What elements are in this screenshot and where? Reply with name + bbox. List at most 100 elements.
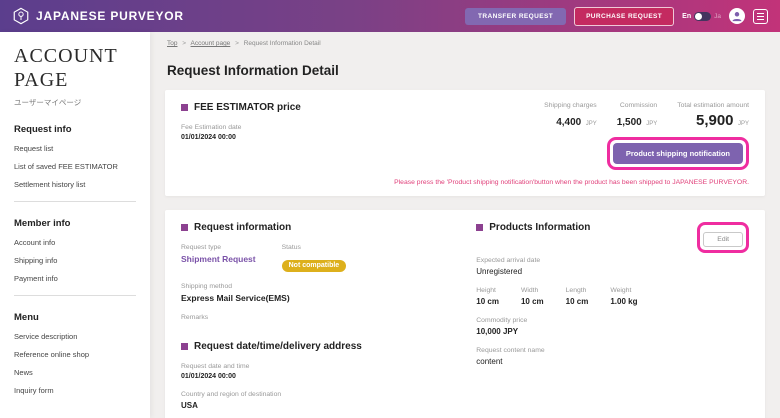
- sidebar-section-request-info: Request info: [14, 124, 136, 135]
- request-datetime-value: 01/01/2024 00:00: [181, 373, 442, 380]
- product-shipping-notification-button[interactable]: Product shipping notification: [613, 143, 743, 164]
- width-label: Width: [521, 287, 544, 294]
- sidebar-item-settlement-history[interactable]: Settlement history list: [14, 180, 136, 189]
- sidebar-item-service-description[interactable]: Service description: [14, 332, 136, 341]
- length-label: Length: [566, 287, 589, 294]
- request-information-heading-text: Request information: [194, 222, 291, 233]
- sidebar: ACCOUNT PAGE ユーザーマイページ Request info Requ…: [0, 32, 150, 418]
- section-bullet-icon: [181, 343, 188, 350]
- lang-ja-label: Ja: [714, 13, 721, 20]
- total-estimation-unit: JPY: [738, 121, 749, 127]
- brand-name: JAPANESE PURVEYOR: [36, 9, 184, 23]
- height-label: Height: [476, 287, 499, 294]
- shipping-notification-note: Please press the 'Product shipping notif…: [181, 179, 749, 186]
- commodity-price-value: 10,000 JPY: [476, 327, 749, 336]
- sidebar-item-request-list[interactable]: Request list: [14, 144, 136, 153]
- request-datetime-label: Request date and time: [181, 363, 442, 370]
- request-type-value: Shipment Request: [181, 254, 256, 264]
- commission-label: Commission: [617, 102, 658, 109]
- sidebar-item-saved-fee-estimator[interactable]: List of saved FEE ESTIMATOR: [14, 162, 136, 171]
- fee-estimation-date-label: Fee Estimation date: [181, 124, 301, 131]
- destination-country-value: USA: [181, 401, 442, 410]
- sidebar-section-menu: Menu: [14, 312, 136, 323]
- request-content-name-label: Request content name: [476, 347, 749, 354]
- delivery-address-heading: Request date/time/delivery address: [181, 341, 442, 352]
- sidebar-section-member-info: Member info: [14, 218, 136, 229]
- commission-unit: JPY: [646, 121, 657, 127]
- edit-products-button[interactable]: Edit: [703, 232, 743, 247]
- dim-weight: Weight 1.00 kg: [610, 287, 637, 306]
- height-value: 10 cm: [476, 297, 499, 306]
- request-detail-card: Request information Request type Shipmen…: [165, 210, 765, 418]
- sidebar-item-shipping-info[interactable]: Shipping info: [14, 256, 136, 265]
- section-bullet-icon: [181, 104, 188, 111]
- toggle-knob: [695, 13, 702, 20]
- weight-label: Weight: [610, 287, 637, 294]
- section-bullet-icon: [181, 224, 188, 231]
- shipping-method-value: Express Mail Service(EMS): [181, 293, 442, 303]
- breadcrumb-account-page[interactable]: Account page: [191, 40, 231, 47]
- status-badge: Not compatible: [282, 260, 347, 272]
- breadcrumb-separator: >: [235, 40, 239, 47]
- fee-estimator-heading-text: FEE ESTIMATOR price: [194, 102, 301, 113]
- fee-estimator-card: FEE ESTIMATOR price Fee Estimation date …: [165, 90, 765, 196]
- expected-arrival-label: Expected arrival date: [476, 257, 749, 264]
- products-information-heading-text: Products Information: [489, 222, 590, 233]
- length-value: 10 cm: [566, 297, 589, 306]
- sidebar-item-inquiry-form[interactable]: Inquiry form: [14, 386, 136, 395]
- highlight-ring: Product shipping notification: [607, 137, 749, 170]
- breadcrumb-top[interactable]: Top: [167, 40, 177, 47]
- sidebar-item-news[interactable]: News: [14, 368, 136, 377]
- total-estimation-label: Total estimation amount: [677, 102, 749, 109]
- request-content-name-value: content: [476, 357, 749, 366]
- lang-en-label: En: [682, 13, 691, 20]
- delivery-address-heading-text: Request date/time/delivery address: [194, 341, 362, 352]
- sidebar-item-reference-online-shop[interactable]: Reference online shop: [14, 350, 136, 359]
- stat-total-estimation: Total estimation amount 5,900 JPY: [677, 102, 749, 130]
- top-header: JAPANESE PURVEYOR TRANSFER REQUEST PURCH…: [0, 0, 780, 32]
- dim-height: Height 10 cm: [476, 287, 499, 306]
- request-type-label: Request type: [181, 244, 256, 251]
- request-information-heading: Request information: [181, 222, 442, 233]
- shipping-charges-value: 4,400: [556, 117, 581, 128]
- expected-arrival-value: Unregistered: [476, 267, 749, 276]
- fee-estimation-date-value: 01/01/2024 00:00: [181, 134, 301, 141]
- weight-value: 1.00 kg: [610, 297, 637, 306]
- hamburger-menu-icon[interactable]: [753, 9, 768, 24]
- brand-logo[interactable]: JAPANESE PURVEYOR: [12, 7, 184, 25]
- destination-country-label: Country and region of destination: [181, 391, 442, 398]
- dim-width: Width 10 cm: [521, 287, 544, 306]
- sidebar-title: ACCOUNT PAGE: [14, 44, 124, 92]
- commodity-price-label: Commodity price: [476, 317, 749, 324]
- user-avatar-icon[interactable]: [729, 8, 745, 24]
- shipping-charges-label: Shipping charges: [544, 102, 597, 109]
- purchase-request-button[interactable]: PURCHASE REQUEST: [574, 7, 674, 26]
- transfer-request-button[interactable]: TRANSFER REQUEST: [465, 8, 566, 25]
- remarks-label: Remarks: [181, 314, 442, 321]
- shipping-method-label: Shipping method: [181, 283, 442, 290]
- language-toggle[interactable]: [694, 12, 711, 21]
- status-label: Status: [282, 244, 347, 251]
- breadcrumb-current: Request Information Detail: [244, 40, 321, 47]
- page-title: Request Information Detail: [167, 63, 765, 78]
- hexagon-crest-icon: [12, 7, 30, 25]
- total-estimation-value: 5,900: [696, 112, 734, 129]
- breadcrumb-separator: >: [182, 40, 186, 47]
- sidebar-item-account-info[interactable]: Account info: [14, 238, 136, 247]
- dim-length: Length 10 cm: [566, 287, 589, 306]
- highlight-ring: Edit: [697, 222, 749, 253]
- commission-value: 1,500: [617, 117, 642, 128]
- main-content: Top > Account page > Request Information…: [150, 32, 780, 418]
- width-value: 10 cm: [521, 297, 544, 306]
- sidebar-divider: [14, 295, 136, 296]
- breadcrumb: Top > Account page > Request Information…: [165, 32, 765, 47]
- fee-estimator-heading: FEE ESTIMATOR price: [181, 102, 301, 113]
- products-information-heading: Products Information: [476, 222, 590, 233]
- sidebar-item-payment-info[interactable]: Payment info: [14, 274, 136, 283]
- shipping-charges-unit: JPY: [586, 121, 597, 127]
- stat-commission: Commission 1,500 JPY: [617, 102, 658, 130]
- section-bullet-icon: [476, 224, 483, 231]
- stat-shipping-charges: Shipping charges 4,400 JPY: [544, 102, 597, 130]
- sidebar-divider: [14, 201, 136, 202]
- sidebar-subtitle: ユーザーマイページ: [14, 97, 136, 108]
